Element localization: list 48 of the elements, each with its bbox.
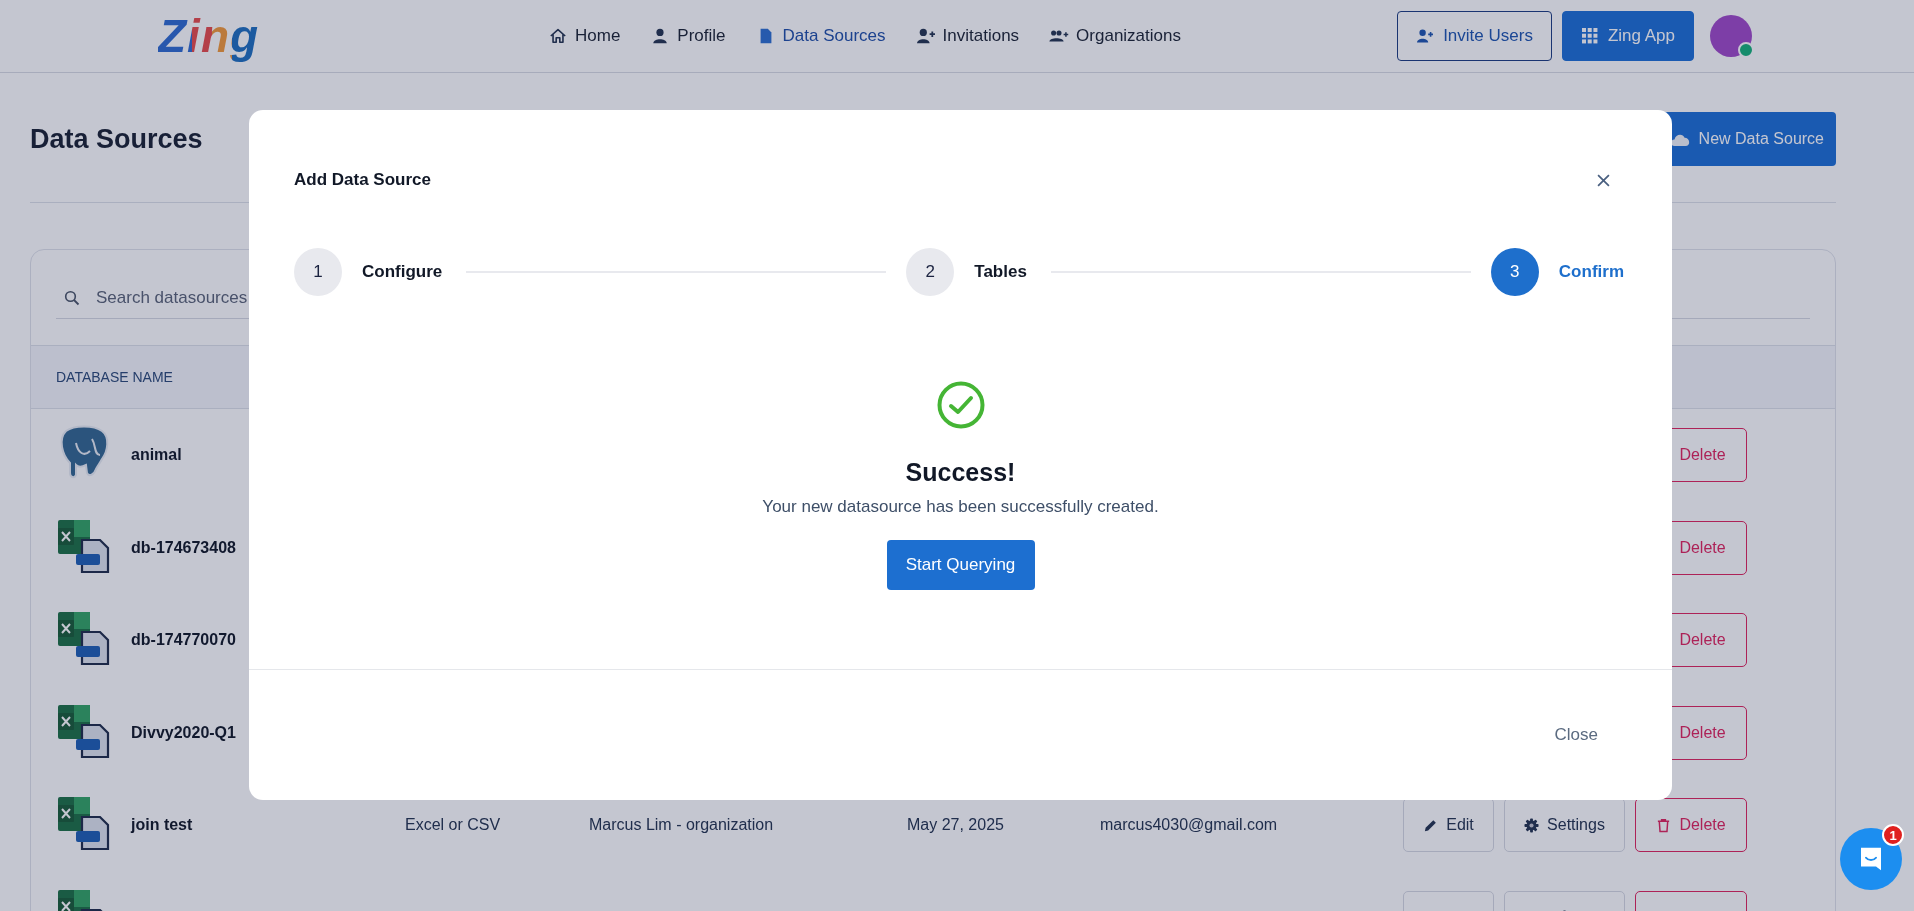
step-label: Confirm (1558, 262, 1624, 282)
search-icon (64, 290, 80, 306)
spreadsheet-file-icon (56, 610, 112, 667)
column-header: DATABASE NAME (56, 369, 173, 385)
database-name: db-174770070 (131, 631, 236, 649)
step-label: Tables (974, 262, 1027, 282)
edit-button[interactable]: Edit (1403, 798, 1494, 853)
step-number: 3 (1490, 248, 1539, 296)
user-plus-icon (1416, 28, 1435, 44)
spreadsheet-file-icon (56, 517, 112, 574)
success-check-icon (935, 380, 986, 430)
avatar[interactable] (1710, 15, 1752, 57)
nav-link[interactable]: Invitations (915, 26, 1020, 46)
modal-title: Add Data Source (294, 170, 431, 190)
nav-link[interactable]: Data Sources (755, 26, 886, 46)
page-title: Data Sources (30, 123, 203, 155)
close-button[interactable]: Close (1546, 717, 1606, 753)
step-number: 2 (906, 248, 955, 296)
success-message: Your new datasource has been successfully created. (762, 496, 1159, 518)
user-plus-icon (915, 27, 936, 45)
date-cell: May 27, 2025 (907, 816, 1004, 834)
type-cell: Excel or CSV (405, 816, 501, 834)
database-name: db-174673408 (131, 538, 236, 556)
step-label: Configure (362, 262, 443, 282)
notification-badge: 1 (1882, 824, 1904, 846)
nav-link[interactable]: Organizations (1049, 26, 1181, 46)
spreadsheet-file-icon (56, 702, 112, 759)
database-name: Divvy2020-Q1 (131, 723, 236, 741)
step-number: 1 (294, 248, 342, 296)
nav-link[interactable]: Home (548, 26, 621, 46)
success-heading: Success! (905, 457, 1016, 488)
email-cell: marcus4030@gmail.com (1100, 816, 1278, 834)
database-name: animal (131, 446, 182, 464)
settings-button[interactable]: Settings (1504, 798, 1625, 853)
start-querying-button[interactable]: Start Querying (886, 540, 1035, 590)
grid-icon (1580, 28, 1599, 44)
database-name: join test (131, 816, 193, 834)
owner-cell: Marcus Lim - organization (589, 816, 774, 834)
pencil-icon (1423, 817, 1439, 833)
spreadsheet-file-icon (56, 795, 112, 852)
trash-icon (1656, 817, 1672, 833)
settings-icon (1524, 817, 1540, 833)
home-icon (548, 27, 568, 45)
invite-button[interactable]: Invite Users (1397, 11, 1552, 61)
close-icon (1597, 173, 1610, 187)
app-button[interactable]: Zing App (1561, 11, 1694, 61)
nav-link[interactable]: Profile (650, 26, 726, 46)
delete-button[interactable]: Delete (1635, 798, 1747, 853)
